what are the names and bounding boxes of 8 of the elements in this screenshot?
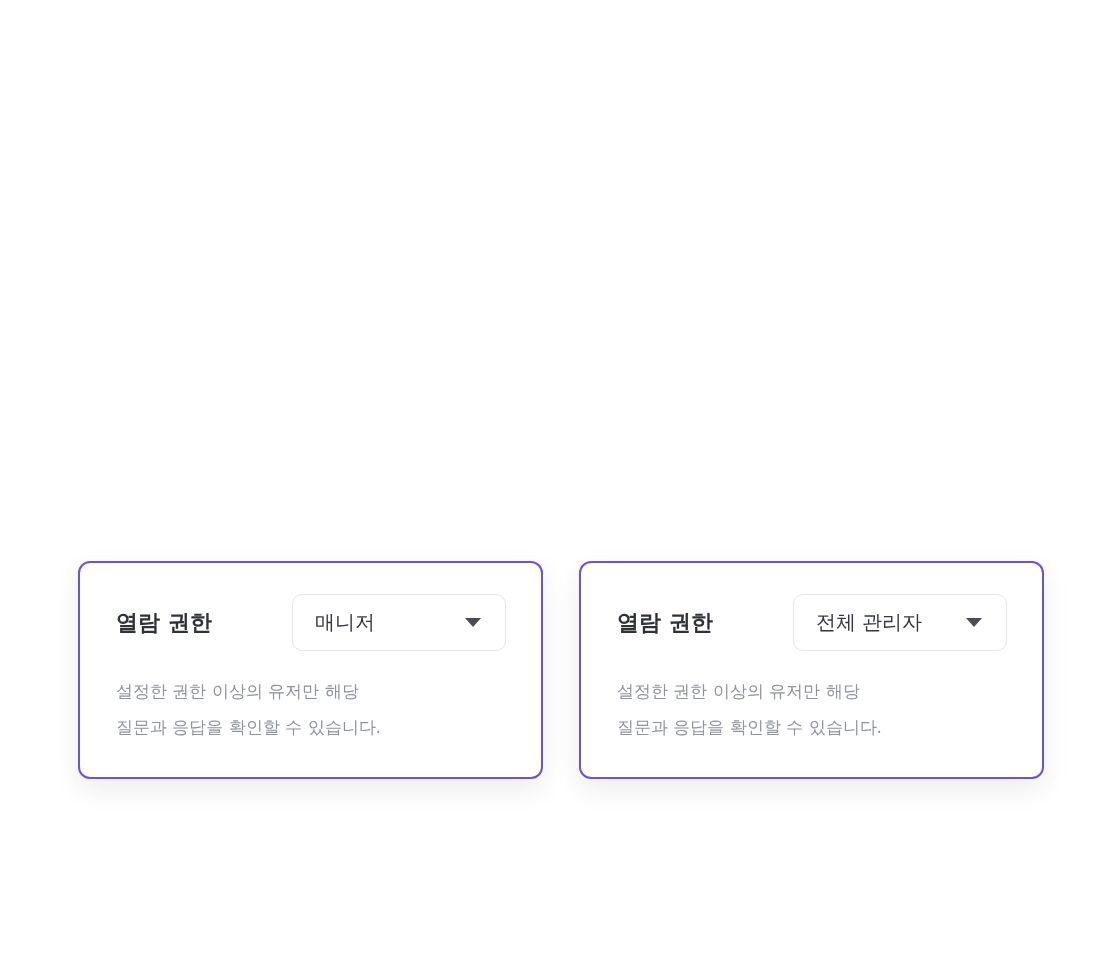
description-text: 설정한 권한 이상의 유저만 해당 질문과 응답을 확인할 수 있습니다.: [116, 680, 383, 739]
description-text: 설정한 권한 이상의 유저만 해당 질문과 응답을 확인할 수 있습니다.: [617, 680, 884, 739]
permission-label: 열람 권한: [617, 608, 713, 637]
caret-icon: [966, 618, 982, 627]
role-dropdown[interactable]: 전체 관리자: [793, 594, 1007, 651]
caret-icon: [465, 618, 481, 627]
permission-label: 열람 권한: [116, 608, 212, 637]
role-dropdown[interactable]: 매니저: [292, 594, 506, 651]
